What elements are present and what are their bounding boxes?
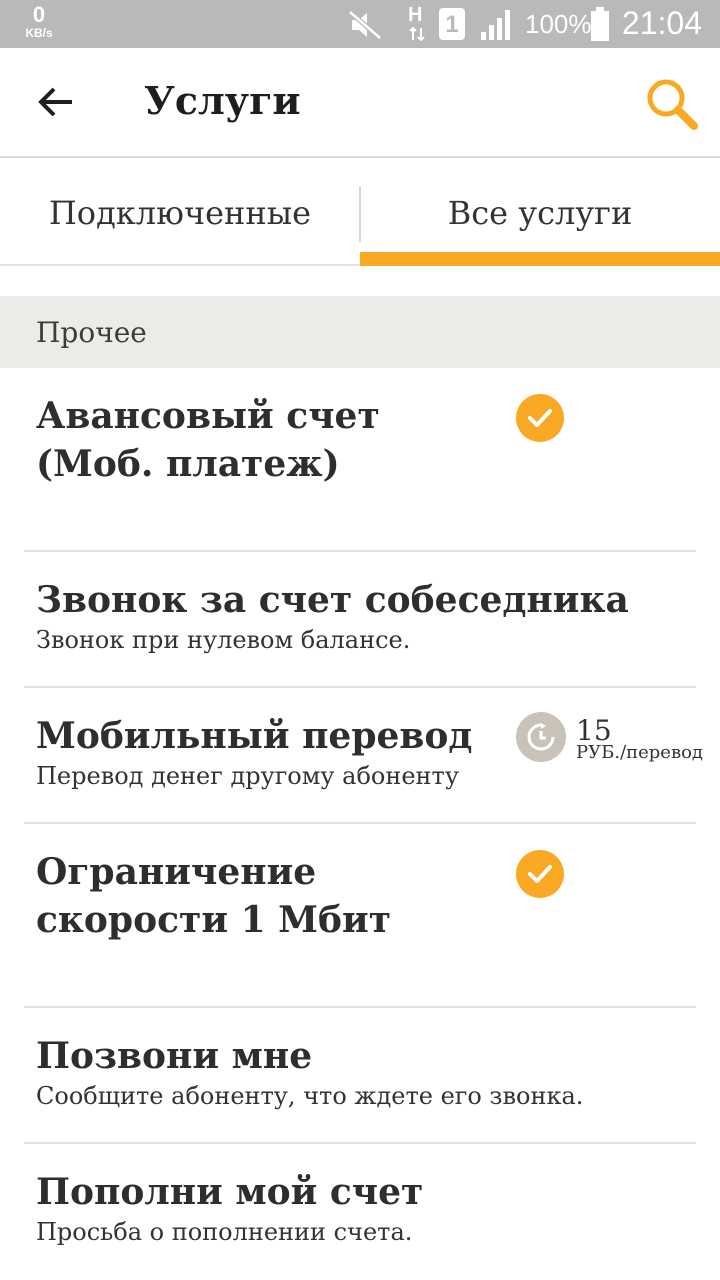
- service-title: Ограничение скорости 1 Мбит: [36, 851, 392, 941]
- tab-connected[interactable]: Подключенные: [0, 160, 360, 266]
- data-arrows-icon: [408, 26, 426, 46]
- list-item[interactable]: Авансовый счет (Моб. платеж): [0, 368, 720, 552]
- arrow-left-icon: [38, 86, 74, 122]
- signal-icon: [480, 8, 514, 45]
- tab-all-services[interactable]: Все услуги: [360, 160, 720, 266]
- section-title: Прочее: [36, 316, 147, 349]
- service-subtitle: Сообщите абоненту, что ждете его звонка.: [36, 1082, 584, 1110]
- clock: 21:04: [621, 5, 702, 41]
- app-header: Услуги: [0, 48, 720, 158]
- search-icon: [642, 79, 702, 138]
- page-title: Услуги: [144, 78, 301, 123]
- check-icon: [516, 850, 564, 898]
- service-title: Позвони мне: [36, 1035, 313, 1077]
- network-speed-unit: KB/s: [25, 26, 53, 40]
- sim-slot: 1: [439, 8, 465, 40]
- service-subtitle: Просьба о пополнении счета.: [36, 1218, 413, 1246]
- service-subtitle: Перевод денег другому абоненту: [36, 762, 459, 790]
- back-button[interactable]: [26, 76, 86, 132]
- status-bar: 0 KB/s H 1 100% 21:04: [0, 0, 720, 48]
- price-unit: РУБ./перевод: [576, 742, 704, 763]
- service-title: Авансовый счет (Моб. платеж): [36, 395, 380, 485]
- list-item[interactable]: Ограничение скорости 1 Мбит: [0, 824, 720, 1008]
- list-item[interactable]: Пополни мой счет Просьба о пополнении сч…: [0, 1144, 720, 1280]
- network-speed: 0 KB/s: [18, 2, 60, 40]
- tab-bar: Подключенные Все услуги: [0, 160, 720, 266]
- mute-icon: [348, 10, 382, 45]
- active-tab-indicator: [360, 252, 720, 266]
- service-subtitle: Звонок при нулевом балансе.: [36, 626, 411, 654]
- check-icon: [516, 394, 564, 442]
- search-button[interactable]: [642, 74, 702, 134]
- list-item[interactable]: Звонок за счет собеседника Звонок при ну…: [0, 552, 720, 688]
- network-type: H: [408, 4, 423, 26]
- battery-icon: [590, 7, 610, 46]
- list-item[interactable]: Позвони мне Сообщите абоненту, что ждете…: [0, 1008, 720, 1144]
- service-title: Звонок за счет собеседника: [36, 579, 629, 621]
- service-title: Пополни мой счет: [36, 1171, 424, 1213]
- battery-percent: 100%: [525, 9, 592, 39]
- network-speed-value: 0: [32, 2, 46, 27]
- clock-icon: [516, 712, 566, 762]
- service-title: Мобильный перевод: [36, 715, 473, 757]
- list-item[interactable]: Мобильный перевод Перевод денег другому …: [0, 688, 720, 824]
- section-header: Прочее: [0, 296, 720, 368]
